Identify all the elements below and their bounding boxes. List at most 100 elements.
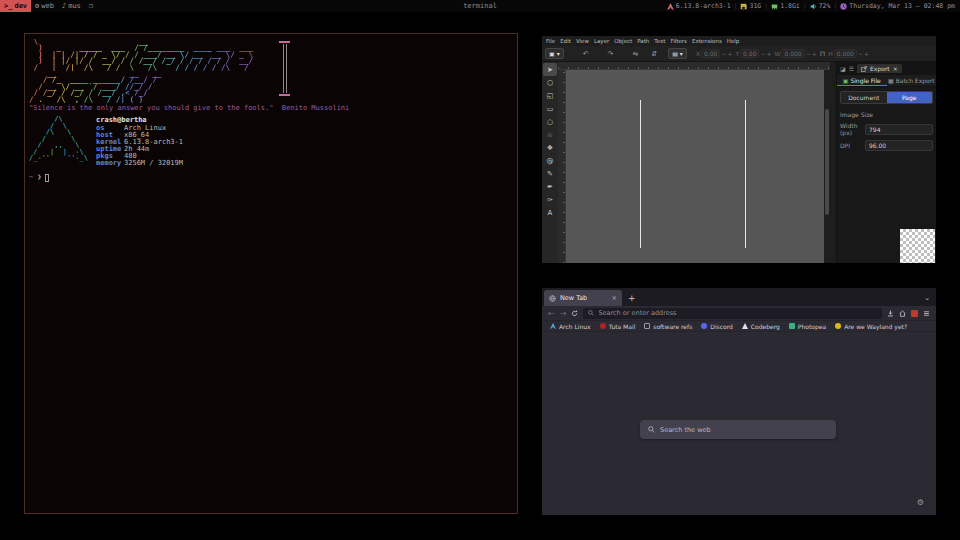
ascii-banner-welcome: \ __ ) _ _____ ___ / /________ ____ ___ … [29,39,267,71]
extension-icon[interactable] [911,310,918,317]
y-spinner[interactable]: Y0.00−+ [735,49,771,58]
canvas-scrollbar[interactable] [824,70,830,263]
selection-mode-button[interactable]: ▣▾ [545,48,564,59]
volume-module: 72% [810,2,831,10]
music-icon: ♪ [62,2,66,10]
speaker-icon [810,3,817,10]
single-file-tab[interactable]: ▣Single File [837,75,887,86]
bookmark-tuta-mail[interactable]: Tuta Mail [600,323,636,330]
close-icon[interactable]: × [893,65,898,72]
bookmark-codeberg[interactable]: Codeberg [742,323,780,330]
bookmark-wayland[interactable]: Are we Wayland yet? [835,323,907,330]
forward-button[interactable]: → [560,309,567,318]
bookmark-software-refs[interactable]: software refs [644,323,692,330]
search-icon [588,310,594,316]
url-bar[interactable]: Search or enter address [583,308,882,319]
quote-text: "Silence is the only answer you should g… [29,105,513,112]
web-search-box[interactable]: Search the web [640,420,836,439]
ascii-banner-back: __ __ __ / /_ ____ ______/ /__/ / / __ \… [29,71,162,103]
width-input[interactable]: 794 [865,124,933,135]
batch-export-tab[interactable]: ▦Batch Export [887,75,937,86]
lock-icon[interactable]: ⊓ [820,50,825,58]
selector-tool[interactable]: ➤ [543,63,557,76]
star-tool[interactable]: ☆ [543,128,557,141]
pencil-tool[interactable]: ✎ [543,167,557,180]
home-button[interactable] [899,310,906,317]
window-icon: ❐ [89,2,93,10]
memory-module: 1.8Gi [771,2,800,10]
flip-vertical-icon[interactable]: ⇵ [651,50,657,58]
menu-path[interactable]: Path [637,38,649,44]
fill-stroke-dialog-icon[interactable]: ◪ [840,65,846,72]
bookmark-photopea[interactable]: Photopea [789,323,826,330]
horizontal-ruler [558,62,830,70]
arch-icon [667,3,674,10]
browser-window[interactable]: New Tab × + ⌄ ← → Search or enter addres… [542,288,936,515]
box-3d-tool[interactable]: ❖ [543,141,557,154]
pen-tool[interactable]: ✒ [543,180,557,193]
x-spinner[interactable]: X0.00−+ [696,49,733,58]
inkscape-window[interactable]: File Edit View Layer Object Path Text Fi… [542,36,936,263]
h-spinner[interactable]: H0.000−+ [828,49,869,58]
menu-edit[interactable]: Edit [560,38,571,44]
downloads-button[interactable] [887,310,894,317]
workspace-dev[interactable]: >_ dev [0,0,31,12]
export-tab[interactable]: Export × [857,64,902,73]
layers-dialog-icon[interactable]: ☰ [849,65,854,72]
browser-tab[interactable]: New Tab × [544,290,622,306]
terminal-window[interactable]: \ __ ) _ _____ ___ / /________ ____ ___ … [24,33,518,514]
align-dropdown[interactable]: ▤▾ [668,48,687,59]
menu-object[interactable]: Object [614,38,632,44]
menu-help[interactable]: Help [727,38,740,44]
bookmark-arch-linux[interactable]: Arch Linux [550,323,591,330]
export-page-button[interactable]: Page [887,92,933,103]
node-tool[interactable]: ⬡ [543,76,557,89]
shell-prompt[interactable]: ~ ❯ [29,174,513,182]
canvas[interactable] [566,70,824,263]
new-tab-button[interactable]: + [628,293,636,303]
workspace-mus[interactable]: ♪ mus [58,0,85,12]
new-tab-page: Search the web ⚙ [542,332,936,515]
tab-close-icon[interactable]: × [612,294,617,302]
tab-list-chevron-icon[interactable]: ⌄ [924,294,930,302]
bookmark-discord[interactable]: Discord [701,323,733,330]
tool-controls-bar: ▣▾ ↶ ↷ ⇋ ⇵ ▤▾ X0.00−+ Y0.00−+ W0.000−+ ⊓… [542,46,936,62]
export-document-button[interactable]: Document [841,92,887,103]
text-tool[interactable]: A [543,206,557,219]
reload-button[interactable] [571,310,578,317]
workspace-web[interactable]: ⚙ web [31,0,58,12]
ascii-banner: \ __ ) _ _____ ___ / /________ ____ ___ … [29,39,513,103]
codeberg-icon [742,323,748,329]
rotate-ccw-icon[interactable]: ↶ [583,50,589,58]
dpi-label: DPI [840,142,862,149]
shape-builder-tool[interactable]: ◱ [543,89,557,102]
wayland-icon [835,323,841,329]
rectangle-tool[interactable]: ▭ [543,102,557,115]
layout-indicator[interactable]: ❐ [85,0,97,12]
back-button[interactable]: ← [548,309,555,318]
clock-module: Thursday, Mar 13 — 02:48 pm [840,2,955,10]
arch-icon [550,323,556,329]
menu-filters[interactable]: Filters [670,38,687,44]
rotate-cw-icon[interactable]: ↷ [608,50,614,58]
flip-horizontal-icon[interactable]: ⇋ [632,50,638,58]
menu-view[interactable]: View [576,38,589,44]
ram-icon [771,3,778,10]
clock-icon [840,3,847,10]
search-placeholder: Search the web [660,426,711,434]
menu-layer[interactable]: Layer [594,38,609,44]
menu-text[interactable]: Text [654,38,665,44]
menu-button[interactable] [923,310,930,317]
calligraphy-tool[interactable]: ✑ [543,193,557,206]
search-icon [648,426,655,433]
folder-icon [644,323,650,329]
ellipse-tool[interactable]: ○ [543,115,557,128]
page-border-left [640,100,641,248]
spiral-tool[interactable]: @ [543,154,557,167]
menu-file[interactable]: File [546,38,555,44]
navigation-bar: ← → Search or enter address [542,306,936,321]
menu-extensions[interactable]: Extensions [692,38,722,44]
w-spinner[interactable]: W0.000−+ [775,49,817,58]
dpi-input[interactable]: 96.00 [865,140,933,151]
personalize-gear-icon[interactable]: ⚙ [917,498,924,507]
